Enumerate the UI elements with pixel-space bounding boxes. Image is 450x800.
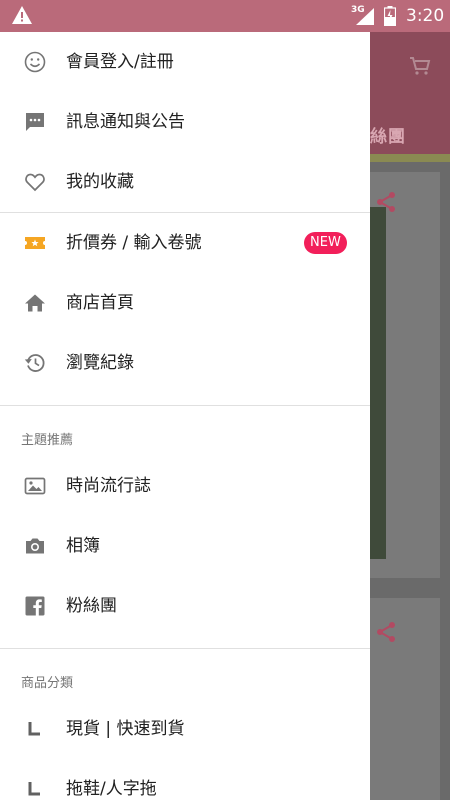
history-icon — [23, 351, 47, 375]
divider — [0, 405, 370, 406]
drawer-item-in-stock[interactable]: 現貨 | 快速到貨 — [0, 699, 370, 759]
drawer-item-label: 會員登入/註冊 — [66, 52, 174, 72]
facebook-icon — [23, 594, 47, 618]
drawer-item-store-home[interactable]: 商店首頁 — [0, 273, 370, 333]
message-icon — [23, 110, 47, 134]
background-toolbar: 絲團 — [370, 32, 450, 154]
warning-icon — [12, 6, 32, 28]
clock: 3:20 — [406, 6, 445, 26]
drawer-item-coupons[interactable]: 折價券 / 輸入卷號 NEW — [0, 213, 370, 273]
heart-icon — [23, 170, 47, 194]
section-header-themes: 主題推薦 — [21, 433, 74, 448]
smile-icon — [23, 50, 47, 74]
drawer-item-favorites[interactable]: 我的收藏 — [0, 152, 370, 212]
drawer-item-label: 折價券 / 輸入卷號 — [66, 233, 202, 253]
background-app: 絲團 — [370, 32, 450, 800]
divider — [0, 648, 370, 649]
status-bar: 3G 3:20 — [0, 0, 450, 32]
drawer-item-album[interactable]: 相簿 — [0, 516, 370, 576]
navigation-drawer: 會員登入/註冊 訊息通知與公告 我的收藏 折價券 / 輸入卷號 NEW 商店首頁… — [0, 32, 370, 800]
drawer-item-magazine[interactable]: 時尚流行誌 — [0, 456, 370, 516]
drawer-item-label: 相簿 — [66, 536, 100, 556]
drawer-item-label: 現貨 | 快速到貨 — [66, 719, 185, 739]
subitem-icon — [23, 777, 47, 800]
drawer-item-notifications[interactable]: 訊息通知與公告 — [0, 92, 370, 152]
ticket-icon — [23, 231, 47, 255]
drawer-item-label: 我的收藏 — [66, 172, 134, 192]
drawer-item-label: 拖鞋/人字拖 — [66, 779, 157, 799]
background-photo — [370, 207, 386, 559]
drawer-item-label: 時尚流行誌 — [66, 476, 151, 496]
drawer-item-login[interactable]: 會員登入/註冊 — [0, 32, 370, 92]
home-icon — [23, 291, 47, 315]
drawer-item-history[interactable]: 瀏覽紀錄 — [0, 333, 370, 393]
drawer-item-label: 訊息通知與公告 — [66, 112, 185, 132]
drawer-item-label: 粉絲團 — [66, 596, 117, 616]
section-header-categories: 商品分類 — [21, 676, 74, 691]
drawer-item-slippers[interactable]: 拖鞋/人字拖 — [0, 759, 370, 800]
signal-icon — [356, 8, 374, 29]
drawer-item-fanpage[interactable]: 粉絲團 — [0, 576, 370, 636]
share-icon — [374, 620, 398, 648]
drawer-item-label: 瀏覽紀錄 — [66, 353, 134, 373]
battery-icon — [383, 6, 397, 30]
new-badge: NEW — [304, 232, 347, 254]
camera-icon — [23, 534, 47, 558]
background-title: 絲團 — [370, 127, 406, 147]
subitem-icon — [23, 717, 47, 741]
background-strip — [370, 154, 450, 162]
share-icon — [374, 190, 398, 218]
drawer-item-label: 商店首頁 — [66, 293, 134, 313]
cart-icon — [408, 54, 432, 82]
image-icon — [23, 474, 47, 498]
